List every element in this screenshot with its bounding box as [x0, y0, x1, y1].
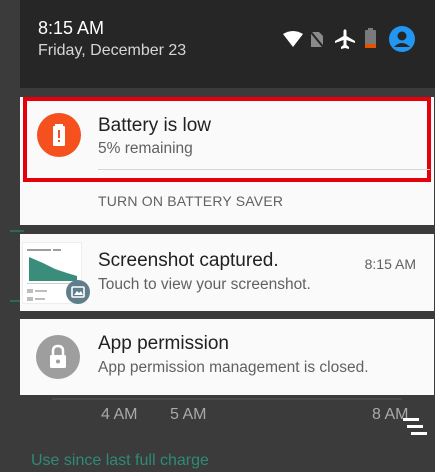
- notification-shade: 4 AM 5 AM 8 AM Use since last full charg…: [0, 0, 435, 472]
- bg-chart-line: [10, 230, 24, 232]
- airplane-mode-icon[interactable]: [335, 29, 355, 49]
- bg-axis-row: 4 AM 5 AM 8 AM: [0, 400, 435, 430]
- bg-axis-label: 4 AM: [101, 406, 138, 423]
- status-header: 8:15 AM Friday, December 23: [20, 0, 435, 88]
- notification-title: App permission: [98, 333, 229, 354]
- turn-on-battery-saver-button[interactable]: TURN ON BATTERY SAVER: [98, 193, 283, 209]
- notification-subtitle: App permission management is closed.: [98, 359, 369, 376]
- wifi-icon[interactable]: [283, 31, 303, 47]
- lock-icon: [36, 335, 80, 379]
- image-icon: [66, 280, 90, 304]
- clock-date[interactable]: Friday, December 23: [38, 42, 186, 60]
- battery-alert-icon: [37, 113, 81, 157]
- bg-axis-label: 5 AM: [170, 406, 207, 423]
- notification-subtitle: 5% remaining: [98, 140, 193, 157]
- notification-title: Battery is low: [98, 115, 211, 136]
- notification-subtitle: Touch to view your screenshot.: [98, 276, 311, 293]
- account-icon[interactable]: [389, 26, 415, 52]
- no-sim-icon[interactable]: [310, 30, 324, 48]
- divider: [98, 169, 430, 170]
- notification-title: Screenshot captured.: [98, 250, 279, 271]
- app-permission-notification[interactable]: App permission App permission management…: [20, 319, 434, 395]
- clock-time: 8:15 AM: [38, 18, 105, 38]
- bg-footer-label: Use since last full charge: [31, 452, 209, 469]
- battery-low-icon[interactable]: [365, 28, 376, 48]
- notification-time: 8:15 AM: [364, 256, 416, 272]
- screenshot-notification[interactable]: Screenshot captured. 8:15 AM Touch to vi…: [20, 234, 434, 311]
- clear-all-icon[interactable]: [399, 414, 427, 440]
- battery-low-notification[interactable]: Battery is low 5% remaining TURN ON BATT…: [20, 97, 434, 225]
